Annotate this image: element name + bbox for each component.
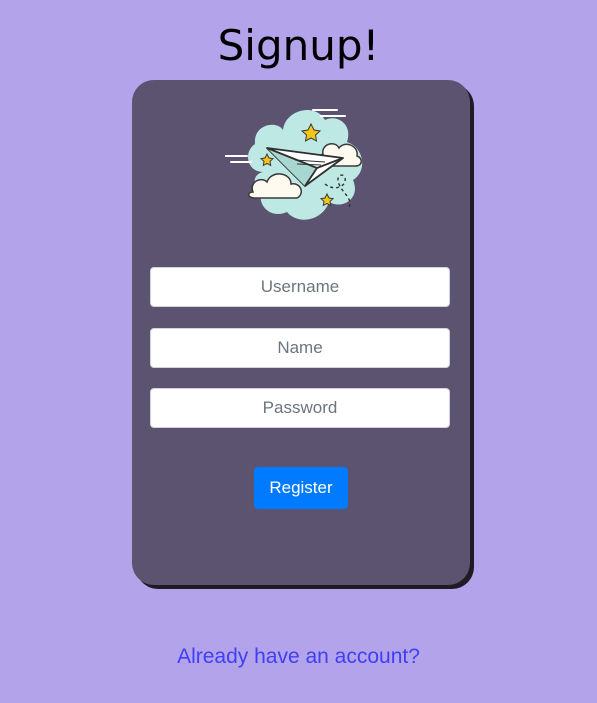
page-title: Signup! bbox=[217, 21, 380, 70]
name-input[interactable] bbox=[150, 328, 450, 368]
login-link[interactable]: Already have an account? bbox=[0, 645, 597, 669]
register-button[interactable]: Register bbox=[254, 467, 348, 509]
signup-card: Register bbox=[132, 80, 470, 585]
username-input[interactable] bbox=[150, 267, 450, 307]
password-input[interactable] bbox=[150, 388, 450, 428]
paper-plane-clouds-icon bbox=[225, 109, 363, 220]
